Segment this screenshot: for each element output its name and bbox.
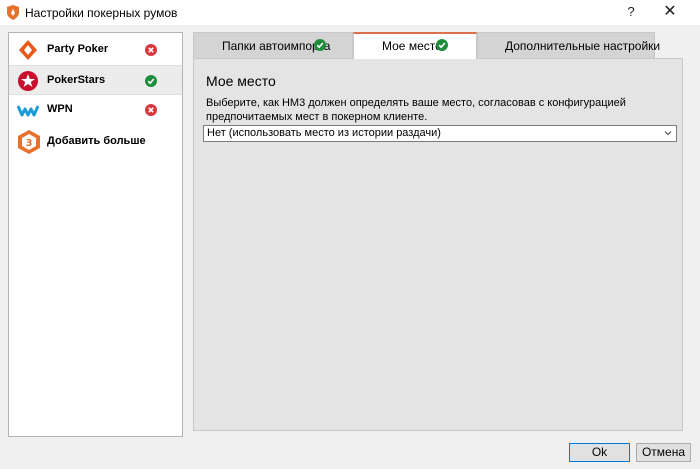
tab-label: Дополнительные настройки xyxy=(505,39,661,53)
svg-text:3: 3 xyxy=(26,138,33,149)
panel-heading: Мое место xyxy=(206,73,276,89)
ok-status-icon xyxy=(436,39,448,51)
app-logo-icon xyxy=(7,5,19,20)
room-label: Party Poker xyxy=(47,43,109,55)
pokerstars-logo-icon xyxy=(18,71,38,91)
hm3-logo-icon: 3 xyxy=(18,130,40,154)
window-title: Настройки покерных румов xyxy=(25,6,178,20)
ok-status-icon xyxy=(145,75,157,87)
party-poker-logo-icon xyxy=(19,40,37,60)
panel-description: Выберите, как HM3 должен определять ваше… xyxy=(206,97,626,123)
settings-content: Папки автоимпорта Мое место Дополнительн… xyxy=(193,32,683,437)
seat-select-value: Нет (использовать место из истории разда… xyxy=(207,127,441,139)
tab-my-seat[interactable]: Мое место xyxy=(353,32,477,59)
title-bar: Настройки покерных румов ? ✕ xyxy=(0,0,700,26)
cancel-button[interactable]: Отмена xyxy=(636,443,691,462)
my-seat-panel: Мое место Выберите, как HM3 должен опред… xyxy=(193,58,683,431)
room-item-party-poker[interactable]: Party Poker xyxy=(9,35,182,65)
poker-room-list: Party Poker PokerStars WPN 3 Добавить бо… xyxy=(8,32,183,437)
ok-status-icon xyxy=(314,39,326,51)
room-item-add-more[interactable]: 3 Добавить больше румов xyxy=(9,125,182,159)
close-button[interactable]: ✕ xyxy=(648,0,692,26)
help-button[interactable]: ? xyxy=(618,0,644,26)
room-label: Добавить больше румов xyxy=(47,135,147,147)
room-label: PokerStars xyxy=(47,74,106,86)
tab-autoimport-folders[interactable]: Папки автоимпорта xyxy=(193,32,353,58)
ok-button[interactable]: Ok xyxy=(569,443,630,462)
room-item-pokerstars[interactable]: PokerStars xyxy=(9,65,182,95)
room-label: WPN xyxy=(47,103,73,115)
error-status-icon xyxy=(145,104,157,116)
tab-additional-settings[interactable]: Дополнительные настройки xyxy=(477,32,660,58)
chevron-down-icon xyxy=(664,131,672,136)
error-status-icon xyxy=(145,44,157,56)
seat-select[interactable]: Нет (использовать место из истории разда… xyxy=(203,125,677,142)
wpn-logo-icon xyxy=(17,105,39,117)
room-item-wpn[interactable]: WPN xyxy=(9,95,182,125)
tab-label: Мое место xyxy=(382,39,442,53)
